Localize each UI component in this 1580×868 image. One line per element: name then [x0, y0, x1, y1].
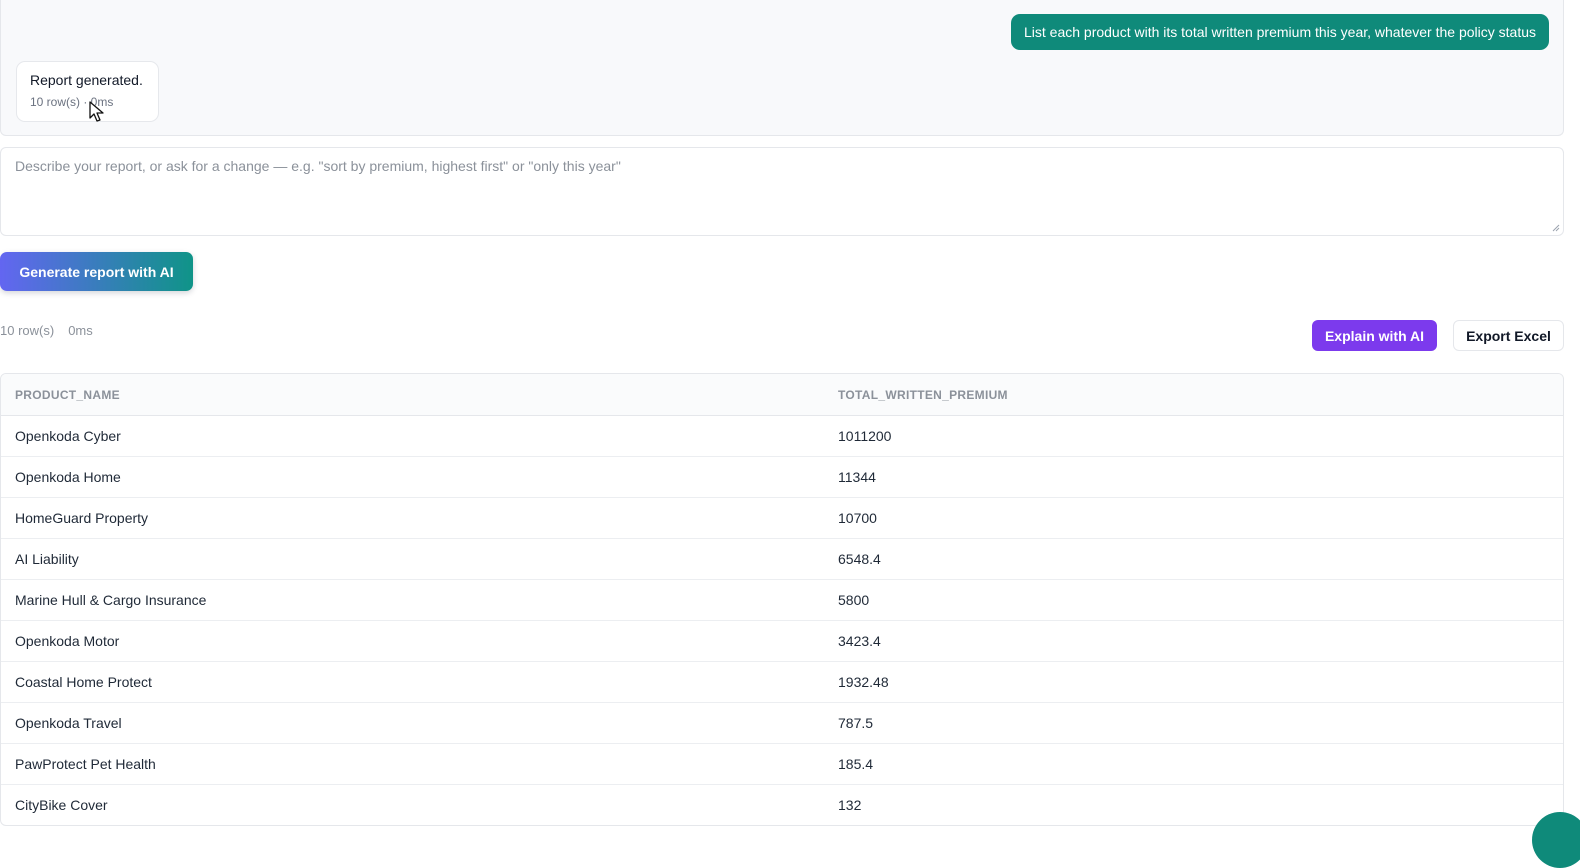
- product-name-cell: Openkoda Travel: [1, 702, 824, 744]
- table-row: Openkoda Motor 3423.4: [1, 620, 1563, 662]
- table-row: HomeGuard Property 10700: [1, 497, 1563, 539]
- product-name-cell: Openkoda Motor: [1, 620, 824, 662]
- row-count: 10 row(s): [0, 323, 55, 338]
- column-header-total-written-premium[interactable]: TOTAL_WRITTEN_PREMIUM: [824, 374, 1563, 416]
- product-name-cell: Openkoda Cyber: [1, 415, 824, 457]
- premium-cell: 1011200: [824, 415, 1563, 457]
- premium-cell: 10700: [824, 497, 1563, 539]
- result-meta: 10 row(s) 0ms: [0, 323, 93, 338]
- premium-cell: 11344: [824, 456, 1563, 498]
- premium-cell: 1932.48: [824, 661, 1563, 703]
- table-row: Openkoda Home 11344: [1, 456, 1563, 498]
- table-row: Openkoda Cyber 1011200: [1, 415, 1563, 457]
- results-table: PRODUCT_NAME TOTAL_WRITTEN_PREMIUM Openk…: [0, 373, 1564, 826]
- table-row: Coastal Home Protect 1932.48: [1, 661, 1563, 703]
- premium-cell: 132: [838, 797, 862, 813]
- explain-with-ai-button[interactable]: Explain with AI: [1312, 320, 1437, 351]
- product-name-cell: PawProtect Pet Health: [1, 743, 824, 785]
- mouse-pointer-icon: [89, 101, 104, 122]
- premium-cell: 3423.4: [824, 620, 1563, 662]
- premium-cell: 185.4: [824, 743, 1563, 785]
- product-name-cell: CityBike Cover: [15, 797, 108, 813]
- product-name-cell: Coastal Home Protect: [1, 661, 824, 703]
- product-name-cell: AI Liability: [1, 538, 824, 580]
- premium-cell: 787.5: [824, 702, 1563, 744]
- product-name-cell: Openkoda Home: [1, 456, 824, 498]
- export-excel-button[interactable]: Export Excel: [1453, 320, 1564, 351]
- table-row: CityBike Cover 132: [1, 785, 1563, 826]
- user-message-bubble: List each product with its total written…: [1010, 14, 1549, 50]
- report-prompt-box: [0, 147, 1564, 236]
- column-header-product-name[interactable]: PRODUCT_NAME: [1, 374, 824, 416]
- premium-cell: 5800: [824, 579, 1563, 621]
- premium-cell: 6548.4: [824, 538, 1563, 580]
- table-row: Marine Hull & Cargo Insurance 5800: [1, 579, 1563, 621]
- product-name-cell: HomeGuard Property: [1, 497, 824, 539]
- product-name-cell: Marine Hull & Cargo Insurance: [1, 579, 824, 621]
- table-row: Openkoda Travel 787.5: [1, 702, 1563, 744]
- table-row: PawProtect Pet Health 185.4: [1, 743, 1563, 785]
- ai-message-bubble: Report generated. 10 row(s) · 0ms: [16, 61, 159, 122]
- report-prompt-input[interactable]: [15, 158, 1549, 225]
- floating-action-button[interactable]: [1532, 812, 1580, 868]
- table-row: AI Liability 6548.4: [1, 538, 1563, 580]
- ai-message-text: Report generated.: [30, 72, 143, 88]
- table-header-row: PRODUCT_NAME TOTAL_WRITTEN_PREMIUM: [1, 374, 1563, 416]
- generate-report-button[interactable]: Generate report with AI: [0, 252, 193, 291]
- ai-message-meta: 10 row(s) · 0ms: [30, 95, 114, 109]
- chat-panel: List each product with its total written…: [0, 0, 1564, 136]
- query-duration: 0ms: [68, 323, 93, 338]
- resize-grip-icon[interactable]: [1552, 224, 1560, 232]
